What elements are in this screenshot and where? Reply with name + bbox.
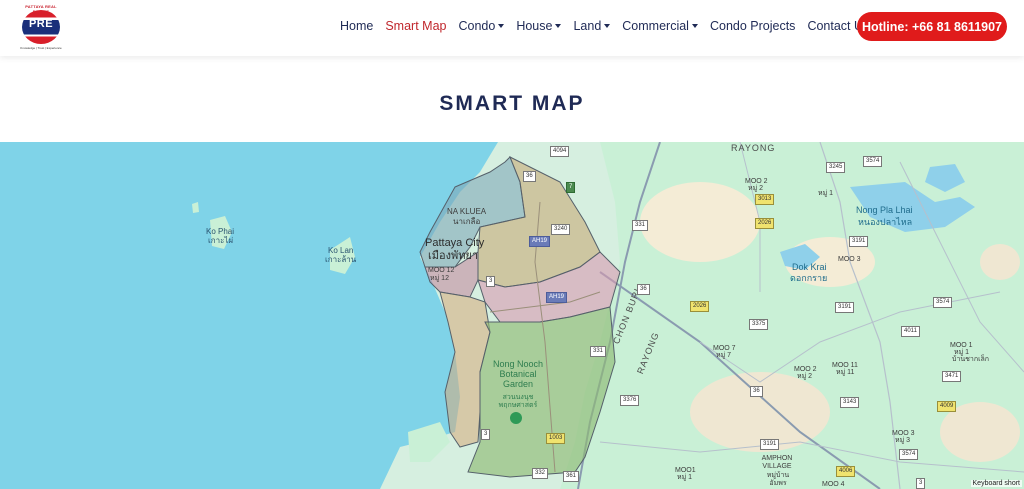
- road-shield-ah19b: AH19: [546, 292, 568, 303]
- road-shield-2026b: 2026: [755, 218, 775, 229]
- map-label-pattaya-th: เมืองพัทยา: [428, 250, 479, 262]
- nav-home[interactable]: Home: [340, 19, 373, 33]
- logo-tagline: Knowledge | Trust | Experience: [20, 46, 62, 50]
- road-shield-332: 332: [532, 468, 549, 479]
- road-shield-2026a: 2026: [690, 301, 710, 312]
- nav-home-label: Home: [340, 19, 374, 33]
- map-label-nong-pla-lhai-th: หนองปลาไหล: [858, 217, 913, 227]
- map-label-rayong-top: RAYONG: [731, 143, 776, 153]
- map-label-ko-phai-th: เกาะไผ่: [208, 236, 234, 245]
- nav-condo-label: Condo: [458, 19, 496, 33]
- road-shield-3013: 3013: [755, 194, 775, 205]
- road-shield-331b: 331: [590, 346, 607, 357]
- nav-land-label: Land: [573, 19, 602, 33]
- map-label-na-kluea: NA KLUEA: [447, 207, 487, 216]
- road-shield-36c: 36: [750, 386, 763, 397]
- road-shield-3a: 3: [481, 429, 491, 440]
- map-label-moo12-th: หมู่ 12: [430, 275, 449, 282]
- map-label-dok-krai: Dok Krai: [792, 262, 827, 272]
- road-shield-3245: 3245: [826, 162, 846, 173]
- smart-map[interactable]: RAYONG NA KLUEA นาเกลือ Pattaya City เมื…: [0, 142, 1024, 489]
- road-shield-4094: 4094: [550, 146, 570, 157]
- road-shield-36a: 36: [523, 171, 536, 182]
- road-shield-3471: 3471: [942, 371, 962, 382]
- road-shield-331a: 331: [632, 220, 649, 231]
- nav-smart-map[interactable]: Smart Map: [385, 19, 446, 33]
- botanical-garden-marker: [510, 412, 522, 424]
- road-shield-3191c: 3191: [760, 439, 780, 450]
- road-shield-361: 361: [563, 471, 580, 482]
- road-shield-3375: 3375: [749, 319, 769, 330]
- map-label-moo1-c-th: หมู่ 1: [677, 474, 693, 481]
- map-label-dok-krai-th: ดอกกราย: [790, 273, 828, 283]
- road-shield-4009: 4009: [937, 401, 957, 412]
- map-label-moo2-a-th: หมู่ 2: [748, 185, 764, 192]
- road-shield-36b: 36: [637, 284, 650, 295]
- map-label-pattaya: Pattaya City: [425, 237, 485, 249]
- road-shield-3191a: 3191: [849, 236, 869, 247]
- nav-condo-projects[interactable]: Condo Projects: [710, 19, 795, 33]
- map-label-moo3-b-th: หมู่ 3: [895, 437, 911, 444]
- logo-text: PRE: [28, 18, 54, 30]
- road-shield-3143: 3143: [840, 397, 860, 408]
- nav-house[interactable]: House: [516, 19, 562, 33]
- nav-commercial-label: Commercial: [622, 19, 689, 33]
- nav-commercial[interactable]: Commercial: [622, 19, 698, 33]
- nav-smart-map-label: Smart Map: [385, 19, 447, 33]
- map-label-ko-lan-th: เกาะล้าน: [325, 255, 357, 264]
- nav-condo-projects-label: Condo Projects: [709, 19, 796, 33]
- main-nav: Home Smart Map Condo House Land Commerci…: [340, 19, 881, 33]
- map-label-moo11-th: หมู่ 11: [836, 369, 855, 376]
- road-shield-3574b: 3574: [933, 297, 953, 308]
- caret-down-icon: [498, 24, 505, 28]
- road-shield-3240: 3240: [551, 224, 571, 235]
- map-label-amphon: AMPHON VILLAGE: [761, 455, 793, 470]
- road-shield-3b: 3: [916, 478, 926, 489]
- site-logo[interactable]: PATTAYA REAL ESTATE PRE Knowledge | Trus…: [18, 4, 64, 52]
- map-label-moo7-th: หมู่ 7: [716, 352, 732, 359]
- keyboard-shortcuts-link[interactable]: Keyboard short: [970, 480, 1022, 487]
- map-label-moo1-a: หมู่ 1: [818, 190, 834, 197]
- road-shield-3: 3: [486, 276, 496, 287]
- page-title: SMART MAP: [439, 92, 585, 115]
- nav-land[interactable]: Land: [573, 19, 611, 33]
- road-shield-7: 7: [566, 182, 576, 193]
- map-label-nong-nooch-th: สวนนงนุช พฤกษศาสตร์: [498, 394, 538, 409]
- map-label-na-kluea-th: นาเกลือ: [453, 217, 481, 226]
- caret-down-icon: [691, 24, 698, 28]
- map-label-moo1-b-th2: บ้านชากเล็ก: [952, 356, 989, 363]
- map-canvas: [0, 142, 1024, 489]
- hotline-button[interactable]: Hotline: +66 81 8611907: [857, 12, 1007, 41]
- map-label-amphon-th: หมู่บ้าน อัมพร: [766, 472, 790, 487]
- caret-down-icon: [604, 24, 611, 28]
- map-label-nong-nooch: Nong Nooch Botanical Garden: [492, 359, 544, 389]
- road-shield-3376: 3376: [620, 395, 640, 406]
- map-label-moo2-b-th: หมู่ 2: [797, 373, 813, 380]
- map-label-nong-pla-lhai: Nong Pla Lhai: [856, 205, 913, 215]
- site-header: PATTAYA REAL ESTATE PRE Knowledge | Trus…: [0, 0, 1024, 56]
- road-shield-ah19a: AH19: [529, 236, 551, 247]
- road-shield-1003: 1003: [546, 433, 566, 444]
- road-shield-4011: 4011: [901, 326, 920, 337]
- road-shield-4006: 4006: [836, 466, 856, 477]
- nav-condo[interactable]: Condo: [458, 19, 505, 33]
- nav-house-label: House: [516, 19, 553, 33]
- road-shield-3191b: 3191: [835, 302, 855, 313]
- road-shield-3574c: 3574: [899, 449, 919, 460]
- map-label-moo4: MOO 4: [822, 481, 845, 488]
- map-label-moo3-a: MOO 3: [838, 256, 861, 263]
- road-shield-3574a: 3574: [863, 156, 883, 167]
- map-label-moo12: MOO 12: [428, 267, 455, 274]
- caret-down-icon: [555, 24, 562, 28]
